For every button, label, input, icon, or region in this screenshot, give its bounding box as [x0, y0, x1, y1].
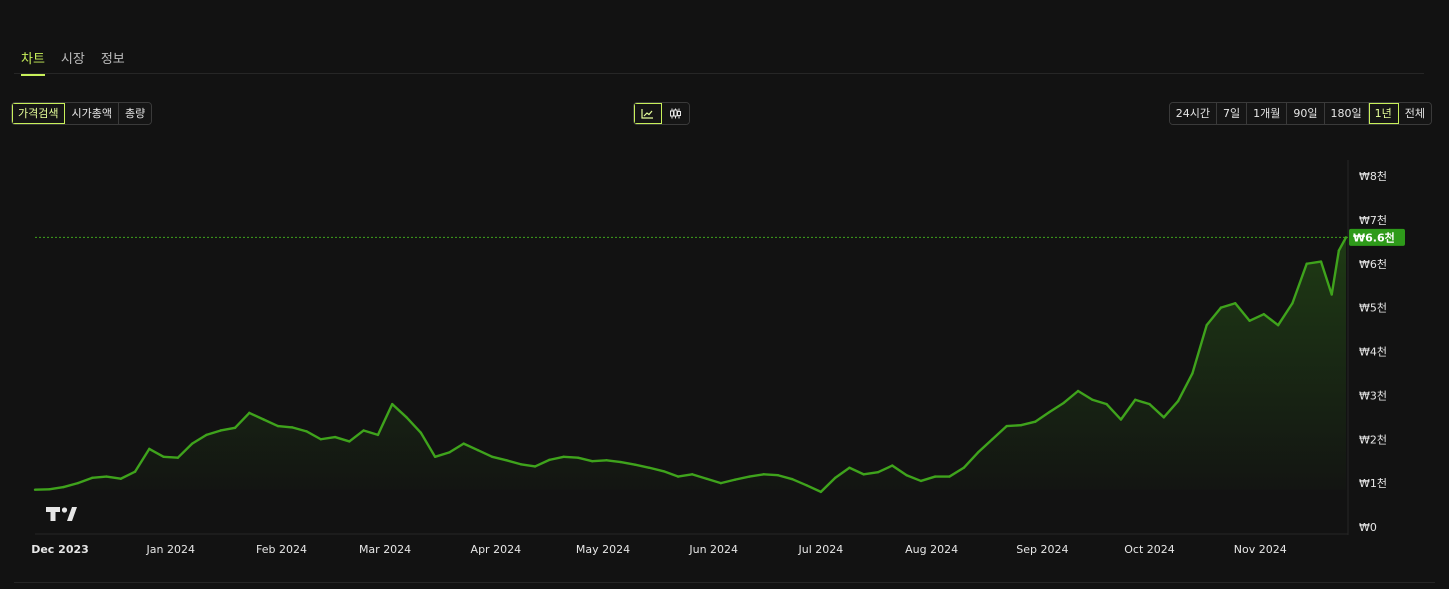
x-tick-label: Apr 2024 [471, 543, 522, 556]
x-tick-label: Oct 2024 [1124, 543, 1175, 556]
y-tick-label: ₩5천 [1359, 301, 1387, 315]
candlestick-icon [670, 108, 681, 119]
x-tick-label: Jul 2024 [798, 543, 844, 556]
metric-price-button[interactable]: 가격검색 [12, 103, 66, 124]
tab-market[interactable]: 시장 [61, 48, 85, 76]
x-tick-label: Dec 2023 [31, 543, 89, 556]
current-price-tag: ₩6.6천 [1349, 228, 1405, 246]
x-tick-label: Jan 2024 [146, 543, 195, 556]
metric-volume-button[interactable]: 총량 [118, 103, 152, 124]
y-tick-label: ₩6천 [1359, 257, 1387, 271]
tab-chart[interactable]: 차트 [21, 48, 45, 76]
y-tick-label: ₩3천 [1359, 388, 1387, 402]
series-segment [762, 473, 780, 477]
range-24h-button[interactable]: 24시간 [1169, 103, 1217, 124]
bottom-divider [14, 582, 1435, 583]
tab-info[interactable]: 정보 [101, 48, 125, 76]
price-area [35, 237, 1346, 490]
range-180d-button[interactable]: 180일 [1324, 103, 1369, 124]
current-price-label: ₩6.6천 [1353, 230, 1395, 244]
y-tick-label: ₩7천 [1359, 213, 1387, 227]
y-tick-label: ₩2천 [1359, 432, 1387, 446]
x-tick-label: May 2024 [576, 543, 630, 556]
series-segment [1005, 424, 1023, 428]
x-tick-label: Nov 2024 [1234, 543, 1287, 556]
range-1m-button[interactable]: 1개월 [1247, 103, 1288, 124]
range-all-button[interactable]: 전체 [1398, 103, 1431, 124]
y-tick-label: ₩8천 [1359, 169, 1387, 183]
line-chart-icon [641, 109, 653, 119]
x-tick-label: Sep 2024 [1016, 543, 1068, 556]
x-tick-label: Feb 2024 [256, 543, 307, 556]
tradingview-logo-icon [46, 507, 77, 521]
metric-marketcap-button[interactable]: 시가총액 [65, 103, 119, 124]
tabs-divider [14, 73, 1424, 74]
y-tick-label: ₩0 [1359, 521, 1377, 534]
candlestick-button[interactable] [662, 103, 689, 124]
main-tabs: 차트 시장 정보 [21, 48, 141, 76]
range-7d-button[interactable]: 7일 [1217, 103, 1248, 124]
chart-type-selector [633, 102, 690, 125]
price-chart[interactable]: ₩0 ₩1천 ₩2천 ₩3천 ₩4천 ₩5천 ₩6천 ₩7천 ₩8천 Dec 2023 Jan 2… [0, 150, 1449, 560]
x-tick-label: Aug 2024 [905, 543, 958, 556]
x-tick-label: Mar 2024 [359, 543, 411, 556]
x-tick-label: Jun 2024 [688, 543, 738, 556]
range-1y-button[interactable]: 1년 [1368, 103, 1399, 124]
series-segment [562, 455, 580, 459]
range-selector: 24시간 7일 1개월 90일 180일 1년 전체 [1168, 102, 1432, 125]
metric-selector: 가격검색 시가총액 총량 [11, 102, 153, 125]
series-segment [276, 424, 294, 429]
range-90d-button[interactable]: 90일 [1287, 103, 1325, 124]
y-axis: ₩0 ₩1천 ₩2천 ₩3천 ₩4천 ₩5천 ₩6천 ₩7천 ₩8천 [1359, 169, 1387, 534]
x-axis: Dec 2023 Jan 2024 Feb 2024 Mar 2024 Apr 2024… [31, 543, 1287, 556]
y-tick-label: ₩4천 [1359, 345, 1387, 359]
line-chart-button[interactable] [634, 103, 662, 124]
series-segment [591, 459, 608, 463]
y-tick-label: ₩1천 [1359, 476, 1387, 490]
series-segment [90, 475, 108, 480]
series-segment [162, 455, 180, 459]
